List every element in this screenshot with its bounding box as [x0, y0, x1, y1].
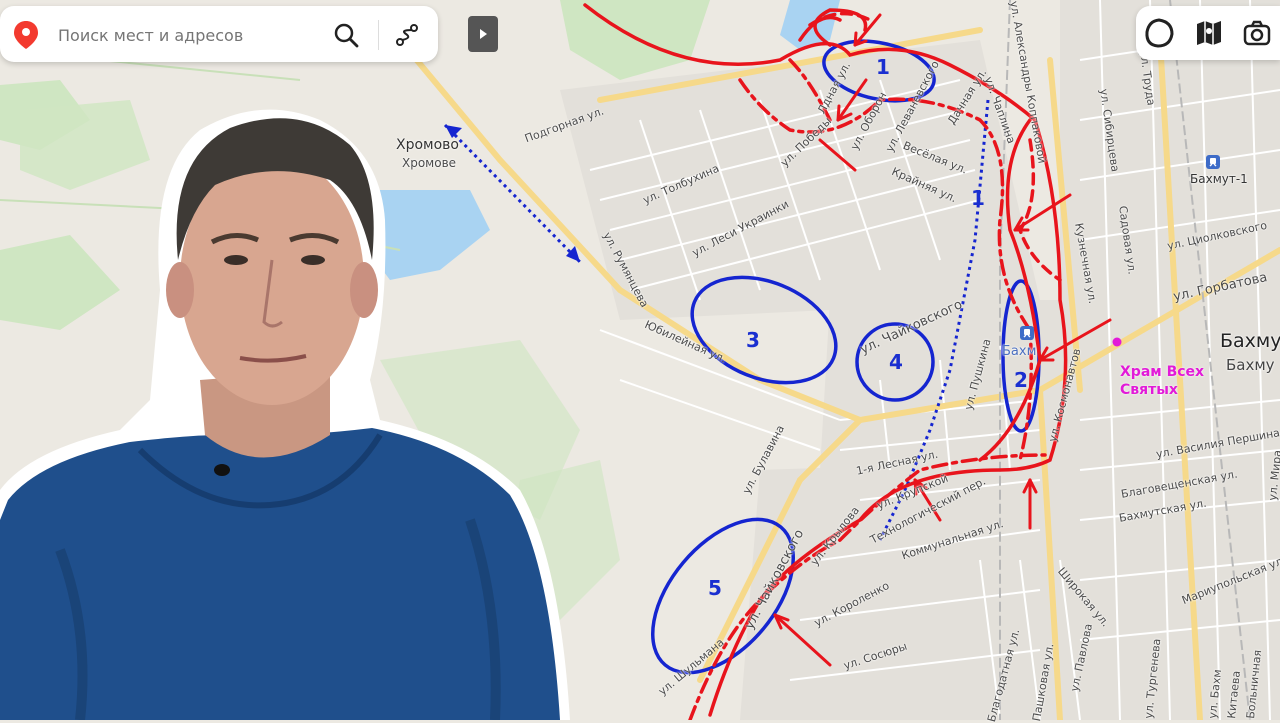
- zone-number-2: 2: [1014, 368, 1028, 392]
- zone-number-5: 5: [708, 576, 722, 600]
- camera-icon[interactable]: [1242, 18, 1272, 48]
- zone-number-1: 1: [876, 55, 890, 79]
- church-label-line-2: Святых: [1120, 382, 1178, 398]
- search-icon[interactable]: [333, 22, 359, 48]
- play-icon: [480, 29, 487, 39]
- layers-icon[interactable]: [1144, 18, 1174, 48]
- zone-number-3: 3: [746, 328, 760, 352]
- presenter-portrait: [0, 109, 570, 720]
- place-label-bakhmut: Бахму: [1220, 330, 1280, 352]
- search-bar[interactable]: [0, 6, 438, 62]
- map-pin-icon: [14, 21, 38, 49]
- train-station-icon[interactable]: [1020, 326, 1034, 340]
- search-input[interactable]: [56, 20, 320, 50]
- panel-toggle-button[interactable]: [468, 16, 498, 52]
- station-label-bakhmut-1[interactable]: Бахмут-1: [1190, 172, 1248, 186]
- zone-number-4: 4: [889, 350, 903, 374]
- church-label: Храм Всех Святых: [1120, 363, 1204, 399]
- train-station-icon[interactable]: [1206, 155, 1220, 169]
- search-divider: [378, 20, 379, 50]
- route-icon[interactable]: [394, 22, 420, 48]
- place-label-bakhmut-small: Бахму: [1226, 356, 1275, 374]
- map-book-icon[interactable]: [1194, 18, 1224, 48]
- station-label-bakhmut[interactable]: Бахм: [1002, 344, 1036, 359]
- church-marker-icon[interactable]: [1112, 337, 1122, 347]
- church-label-line-1: Храм Всех: [1120, 364, 1205, 380]
- map-toolbar: [1136, 6, 1280, 60]
- zone-number-1-line: 1: [971, 186, 985, 210]
